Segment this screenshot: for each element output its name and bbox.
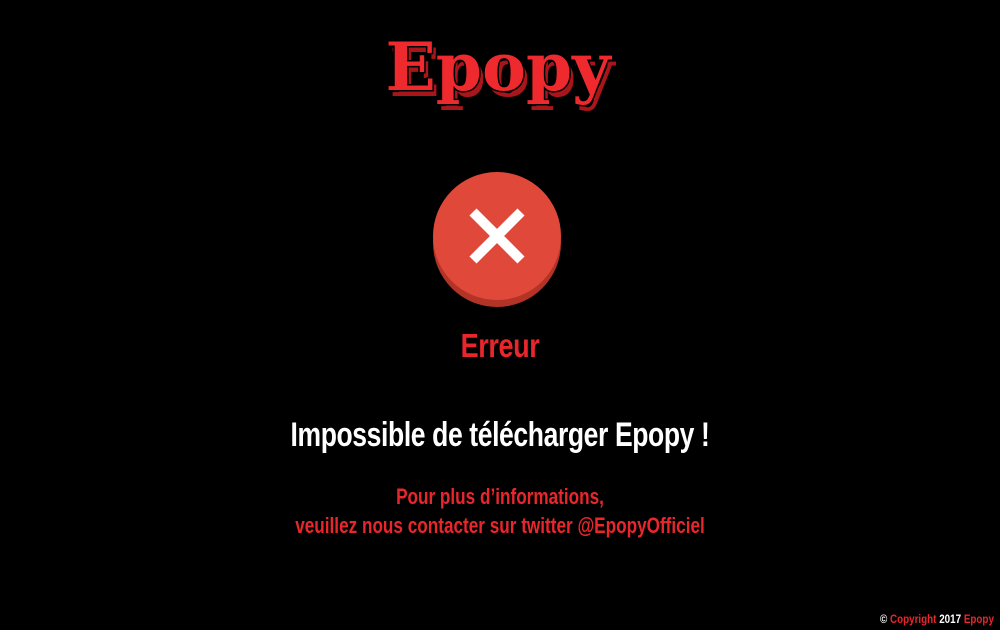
copyright-brand: Epopy — [963, 612, 994, 626]
epopy-logo: Epopy Epopy — [384, 27, 619, 116]
error-icon — [432, 172, 564, 310]
copyright-symbol: © — [880, 612, 888, 626]
error-title: Erreur — [460, 327, 540, 364]
copyright-year: 2017 — [939, 612, 962, 626]
error-page: Epopy Epopy Erreur Impossible de télécha… — [0, 0, 1000, 630]
copyright-word: Copyright — [890, 612, 937, 626]
error-message: Impossible de télécharger Epopy ! — [290, 416, 710, 454]
contact-info: Pour plus d’informations, veuillez nous … — [110, 482, 890, 540]
logo-text: Epopy — [386, 28, 613, 106]
contact-info-line-2: veuillez nous contacter sur twitter @Epo… — [295, 513, 705, 538]
copyright-footer: © Copyright 2017 Epopy — [880, 612, 994, 626]
close-icon — [433, 172, 561, 307]
logo: Epopy Epopy — [0, 10, 1000, 120]
contact-info-line-1: Pour plus d’informations, — [396, 484, 604, 509]
